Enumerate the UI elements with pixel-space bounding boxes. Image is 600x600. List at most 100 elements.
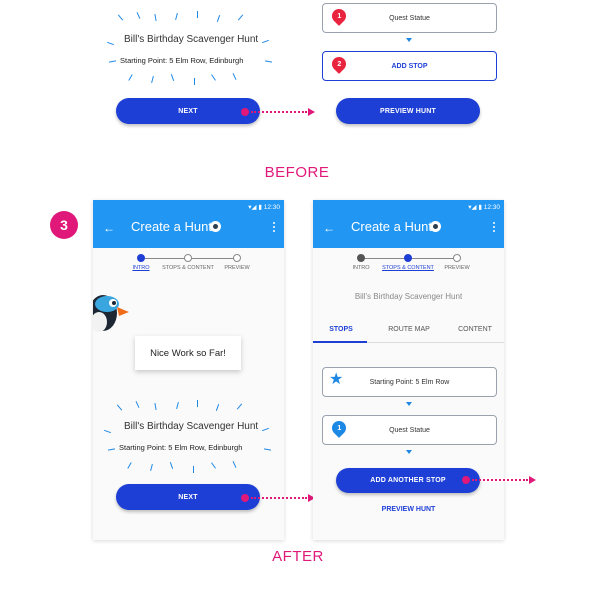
step-label-preview[interactable]: PREVIEW — [219, 265, 255, 271]
ray-decoration — [169, 462, 174, 469]
app-title: Create a Hunt — [351, 219, 432, 234]
flow-arrow-head — [529, 476, 536, 484]
flow-arrow-head — [308, 108, 315, 116]
status-bar: ▾◢ ▮ 12:30 — [248, 204, 280, 211]
ray-decoration — [211, 74, 216, 81]
phone-screen-stops: ▾◢ ▮ 12:30 ← Create a Hunt INTRO STOPS &… — [313, 200, 504, 540]
tab-indicator — [313, 341, 367, 343]
add-stop-label: ADD STOP — [391, 62, 428, 70]
ray-decoration — [197, 400, 198, 407]
down-arrow-icon — [406, 450, 412, 454]
tab-content[interactable]: CONTENT — [449, 326, 501, 333]
flow-arrow-line — [251, 111, 307, 113]
globe-icon — [210, 221, 221, 232]
step-indicator-stops[interactable] — [404, 254, 412, 262]
hunt-title: Bill's Birthday Scavenger Hunt — [354, 292, 463, 301]
ray-decoration — [237, 14, 244, 21]
step-label-stops[interactable]: STOPS & CONTENT — [158, 265, 218, 271]
add-stop-card[interactable]: ADD STOP — [322, 51, 497, 81]
stop-label: Quest Statue — [389, 14, 430, 22]
starting-point-text: Starting Point: 5 Elm Row, Edinburgh — [119, 443, 243, 452]
ray-decoration — [193, 466, 194, 473]
ray-decoration — [107, 41, 114, 46]
star-icon: ★ — [329, 371, 344, 388]
ray-decoration — [170, 74, 175, 81]
touch-point-marker — [241, 494, 249, 502]
flow-arrow-line — [251, 497, 307, 499]
stop-card[interactable]: Quest Statue — [322, 415, 497, 445]
speech-bubble: Nice Work so Far! — [135, 336, 241, 370]
step-label-preview[interactable]: PREVIEW — [439, 265, 475, 271]
app-bar: ▾◢ ▮ 12:30 ← Create a Hunt — [93, 200, 284, 248]
puffin-mascot-icon — [93, 288, 131, 338]
starting-point-card[interactable]: Starting Point: 5 Elm Row — [322, 367, 497, 397]
starting-point-text: Starting Point: 5 Elm Row, Edinburgh — [120, 56, 244, 65]
step-indicator-stops[interactable] — [184, 254, 192, 262]
ray-decoration — [117, 14, 124, 21]
phone-screen-intro: ▾◢ ▮ 12:30 ← Create a Hunt INTRO STOPS &… — [93, 200, 284, 540]
next-button[interactable]: NEXT — [116, 98, 260, 124]
stop-label: Quest Statue — [389, 426, 430, 434]
back-arrow-icon[interactable]: ← — [323, 221, 335, 235]
touch-point-marker — [462, 476, 470, 484]
add-another-stop-button[interactable]: ADD ANOTHER STOP — [336, 468, 480, 493]
step-label-stops[interactable]: STOPS & CONTENT — [378, 265, 438, 271]
stop-card[interactable]: Quest Statue — [322, 3, 497, 33]
app-bar: ▾◢ ▮ 12:30 ← Create a Hunt — [313, 200, 504, 248]
overflow-menu-icon[interactable] — [493, 222, 495, 234]
hunt-title: Bill's Birthday Scavenger Hunt — [124, 421, 259, 432]
ray-decoration — [197, 11, 198, 18]
before-caption: BEFORE — [264, 164, 330, 181]
back-arrow-icon[interactable]: ← — [103, 221, 115, 235]
ray-decoration — [108, 60, 117, 63]
step-label-intro[interactable]: INTRO — [125, 265, 157, 271]
stop-number: 1 — [337, 424, 341, 432]
ray-decoration — [151, 75, 154, 84]
starting-point-label: Starting Point: 5 Elm Row — [369, 378, 450, 386]
status-time: 12:30 — [263, 204, 280, 211]
tab-stops[interactable]: STOPS — [317, 326, 365, 333]
touch-point-marker — [241, 108, 249, 116]
step-indicator-intro[interactable] — [137, 254, 145, 262]
ray-decoration — [128, 74, 133, 81]
ray-decoration — [135, 401, 140, 408]
ray-decoration — [232, 73, 237, 80]
status-bar: ▾◢ ▮ 12:30 — [468, 204, 500, 211]
hunt-title: Bill's Birthday Scavenger Hunt — [124, 34, 259, 45]
preview-hunt-button[interactable]: PREVIEW HUNT — [336, 98, 480, 124]
ray-decoration — [175, 12, 178, 21]
status-time: 12:30 — [483, 204, 500, 211]
app-title: Create a Hunt — [131, 219, 212, 234]
after-caption: AFTER — [272, 548, 324, 565]
step-indicator-preview[interactable] — [233, 254, 241, 262]
ray-decoration — [194, 78, 195, 85]
next-button[interactable]: NEXT — [116, 484, 260, 510]
ray-decoration — [150, 463, 153, 472]
stop-number: 2 — [337, 60, 341, 68]
ray-decoration — [136, 12, 141, 19]
step-indicator-preview[interactable] — [453, 254, 461, 262]
ray-decoration — [154, 402, 157, 411]
step-number-badge: 3 — [50, 211, 78, 239]
step-indicator-intro[interactable] — [357, 254, 365, 262]
stop-number: 1 — [337, 12, 341, 20]
ray-decoration — [216, 15, 221, 22]
down-arrow-icon — [406, 38, 412, 42]
preview-hunt-link[interactable]: PREVIEW HUNT — [313, 506, 504, 513]
ray-decoration — [232, 461, 237, 468]
ray-decoration — [104, 429, 111, 434]
flow-arrow-line — [472, 479, 528, 481]
step-label-intro[interactable]: INTRO — [345, 265, 377, 271]
tab-route-map[interactable]: ROUTE MAP — [379, 326, 439, 333]
ray-decoration — [215, 404, 220, 411]
ray-decoration — [127, 462, 132, 469]
ray-decoration — [176, 401, 179, 410]
ray-decoration — [154, 13, 157, 22]
down-arrow-icon — [406, 402, 412, 406]
ray-decoration — [211, 462, 216, 469]
ray-decoration — [107, 448, 116, 451]
globe-icon — [430, 221, 441, 232]
ray-decoration — [236, 403, 243, 410]
overflow-menu-icon[interactable] — [273, 222, 275, 234]
ray-decoration — [116, 404, 123, 411]
